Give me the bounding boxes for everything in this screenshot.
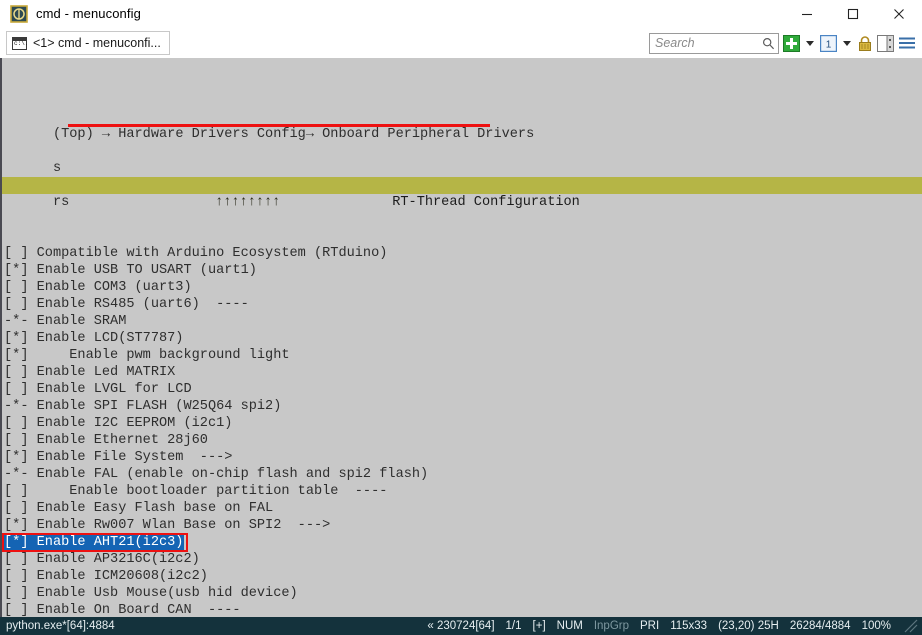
menu-item-label: [ ] Enable Ethernet 28j60 bbox=[4, 433, 208, 448]
menu-item[interactable]: [*] Enable File System ---> bbox=[0, 449, 922, 466]
menu-item[interactable]: [ ] Enable LVGL for LCD bbox=[0, 381, 922, 398]
window-title-bar: cmd - menuconfig bbox=[0, 0, 922, 28]
breadcrumb-artifact-2: rs bbox=[52, 195, 70, 210]
toolbar: Search 1 bbox=[649, 28, 916, 58]
menu-item-label: [*] Enable File System ---> bbox=[4, 450, 233, 465]
menu-item[interactable]: [ ] Enable Easy Flash base on FAL bbox=[0, 500, 922, 517]
conemu-window: cmd - menuconfig <1> cmd - menuconfi... … bbox=[0, 0, 922, 635]
terminal-area[interactable]: (Top) → Hardware Drivers Config→ Onboard… bbox=[0, 58, 922, 617]
menu-item[interactable]: [*] Enable AHT21(i2c3) bbox=[0, 533, 922, 552]
menu-item[interactable]: [ ] Enable COM3 (uart3) bbox=[0, 279, 922, 296]
menu-item-label: [ ] Enable bootloader partition table --… bbox=[4, 484, 388, 499]
scroll-up-indicator: ↑↑↑↑↑↑↑↑ bbox=[214, 195, 281, 210]
menu-item[interactable]: [ ] Enable On Board CAN ---- bbox=[0, 602, 922, 617]
status-build: « 230724[64] bbox=[427, 620, 495, 632]
window-title: cmd - menuconfig bbox=[36, 6, 141, 21]
menu-item-label: [ ] Enable On Board CAN ---- bbox=[4, 603, 241, 617]
status-plus: [+] bbox=[532, 620, 546, 632]
new-console-button[interactable] bbox=[783, 34, 800, 52]
menu-item-label: [ ] Enable Easy Flash base on FAL bbox=[4, 501, 274, 516]
menu-item-label: -*- Enable SPI FLASH (W25Q64 spi2) bbox=[4, 399, 282, 414]
lock-icon[interactable] bbox=[857, 35, 873, 52]
status-zoom: 100% bbox=[861, 620, 891, 632]
hamburger-menu-icon[interactable] bbox=[898, 36, 916, 50]
close-button[interactable] bbox=[876, 0, 922, 28]
menu-item[interactable]: [ ] Enable ICM20608(i2c2) bbox=[0, 568, 922, 585]
console-icon bbox=[12, 36, 28, 50]
status-buffer: 26284/4884 bbox=[789, 620, 851, 632]
breadcrumb-path: (Top) → Hardware Drivers Config→ Onboard… bbox=[52, 127, 535, 142]
menu-item-list[interactable]: [ ] Compatible with Arduino Ecosystem (R… bbox=[0, 245, 922, 617]
tab-cmd-menuconfig[interactable]: <1> cmd - menuconfi... bbox=[6, 31, 170, 55]
status-pri: PRI bbox=[640, 620, 660, 632]
search-input[interactable]: Search bbox=[649, 32, 779, 54]
window-controls bbox=[784, 0, 922, 28]
menu-item-label: [ ] Enable Led MATRIX bbox=[4, 365, 176, 380]
menu-item[interactable]: [ ] Enable RS485 (uart6) ---- bbox=[0, 296, 922, 313]
status-inpgrp[interactable]: InpGrp bbox=[594, 620, 629, 632]
menu-item-label: -*- Enable FAL (enable on-chip flash and… bbox=[4, 467, 429, 482]
menu-item-label: [ ] Enable RS485 (uart6) ---- bbox=[4, 297, 249, 312]
menu-item-label: [ ] Compatible with Arduino Ecosystem (R… bbox=[4, 246, 388, 261]
status-bar: python.exe*[64]:4884 « 230724[64] 1/1 [+… bbox=[0, 617, 922, 635]
status-cursor: (23,20) 25H bbox=[718, 620, 779, 632]
breadcrumb-artifact-1: s bbox=[52, 161, 62, 176]
maximize-button[interactable] bbox=[830, 0, 876, 28]
breadcrumb: (Top) → Hardware Drivers Config→ Onboard… bbox=[0, 109, 922, 210]
menu-item[interactable]: [ ] Enable AP3216C(i2c2) bbox=[0, 551, 922, 568]
menu-item[interactable]: [*] Enable Rw007 Wlan Base on SPI2 ---> bbox=[0, 517, 922, 534]
search-placeholder: Search bbox=[655, 36, 695, 50]
menu-item[interactable]: -*- Enable SRAM bbox=[0, 313, 922, 330]
menu-item[interactable]: -*- Enable SPI FLASH (W25Q64 spi2) bbox=[0, 398, 922, 415]
menu-item[interactable]: [ ] Enable Usb Mouse(usb hid device) bbox=[0, 585, 922, 602]
status-tabs: 1/1 bbox=[505, 620, 522, 632]
menu-item[interactable]: -*- Enable FAL (enable on-chip flash and… bbox=[0, 466, 922, 483]
menu-item[interactable]: [ ] Enable Ethernet 28j60 bbox=[0, 432, 922, 449]
menu-item-label: [ ] Enable I2C EEPROM (i2c1) bbox=[4, 416, 233, 431]
menu-item[interactable]: [ ] Enable Led MATRIX bbox=[0, 364, 922, 381]
menu-item[interactable]: [ ] Enable bootloader partition table --… bbox=[0, 483, 922, 500]
menu-header-title: RT-Thread Configuration bbox=[392, 195, 580, 210]
menu-item-label: [ ] Enable LVGL for LCD bbox=[4, 382, 192, 397]
menu-item-selected-label: [*] Enable AHT21(i2c3) bbox=[4, 534, 185, 551]
breadcrumb-underline-annotation bbox=[68, 124, 490, 127]
search-icon bbox=[762, 37, 775, 50]
resize-grip[interactable] bbox=[904, 619, 918, 633]
menu-item-label: [*] Enable Rw007 Wlan Base on SPI2 ---> bbox=[4, 518, 331, 533]
menu-item-label: -*- Enable SRAM bbox=[4, 314, 127, 329]
menu-item[interactable]: [*] Enable pwm background light bbox=[0, 347, 922, 364]
menu-item[interactable]: [*] Enable LCD(ST7787) bbox=[0, 330, 922, 347]
minimize-button[interactable] bbox=[784, 0, 830, 28]
status-num[interactable]: NUM bbox=[557, 620, 583, 632]
tab-bar: <1> cmd - menuconfi... Search bbox=[0, 28, 922, 58]
menu-item[interactable]: [ ] Enable I2C EEPROM (i2c1) bbox=[0, 415, 922, 432]
menu-item[interactable]: [ ] Compatible with Arduino Ecosystem (R… bbox=[0, 245, 922, 262]
menu-item-label: [ ] Enable COM3 (uart3) bbox=[4, 280, 192, 295]
menu-item-label: [ ] Enable AP3216C(i2c2) bbox=[4, 552, 200, 567]
tab-label: <1> cmd - menuconfi... bbox=[33, 36, 161, 50]
svg-text:1: 1 bbox=[826, 39, 832, 50]
menu-item-label: [ ] Enable Usb Mouse(usb hid device) bbox=[4, 586, 298, 601]
menu-item-label: [*] Enable LCD(ST7787) bbox=[4, 331, 184, 346]
menu-item-label: [*] Enable USB TO USART (uart1) bbox=[4, 263, 257, 278]
status-process: python.exe*[64]:4884 bbox=[6, 620, 115, 632]
status-size: 115x33 bbox=[670, 620, 708, 632]
split-pane-icon[interactable] bbox=[877, 34, 894, 52]
active-console-button[interactable]: 1 bbox=[820, 34, 837, 52]
new-console-dropdown[interactable] bbox=[806, 40, 814, 46]
menu-item[interactable]: [*] Enable USB TO USART (uart1) bbox=[0, 262, 922, 279]
menu-item-label: [ ] Enable ICM20608(i2c2) bbox=[4, 569, 208, 584]
conemu-logo-icon bbox=[10, 4, 28, 23]
active-console-dropdown[interactable] bbox=[843, 40, 851, 46]
menu-item-label: [*] Enable pwm background light bbox=[4, 348, 290, 363]
